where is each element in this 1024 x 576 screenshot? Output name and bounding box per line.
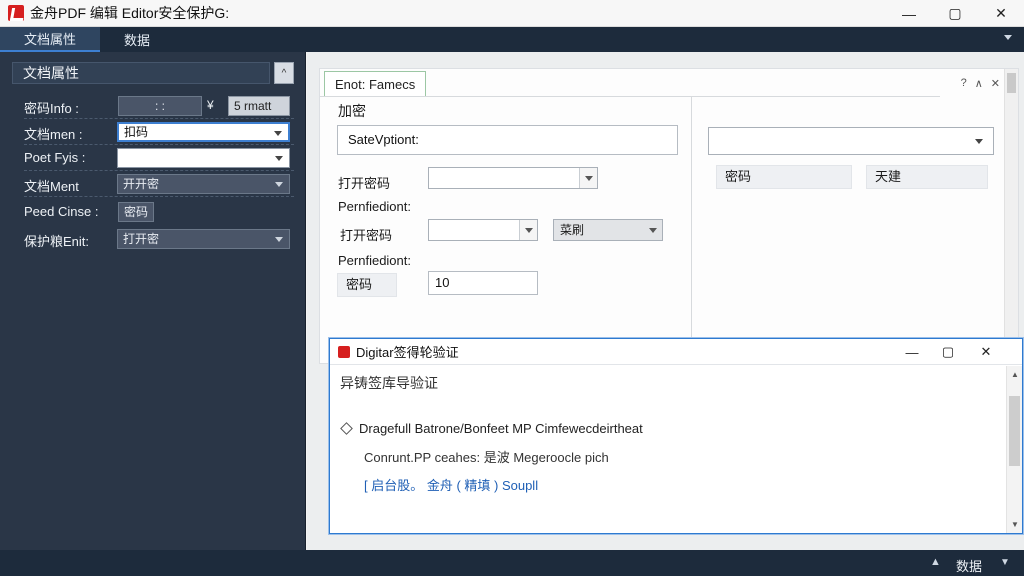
- dialog-title: Digitar签得轮验证: [356, 345, 459, 360]
- tab-document-properties[interactable]: 文档属性: [0, 27, 101, 52]
- open-password-select[interactable]: [428, 167, 598, 189]
- arrow-up-icon[interactable]: ▲: [930, 556, 941, 568]
- right-action-field[interactable]: 天建: [866, 165, 988, 189]
- chevron-down-icon: [275, 237, 283, 242]
- chevron-down-icon: [275, 156, 283, 161]
- right-password-field[interactable]: 密码: [716, 165, 852, 189]
- property-row: 保护粮Enit: 打开密: [0, 227, 306, 251]
- chevron-down-icon: [644, 220, 662, 240]
- dialog-scrollbar[interactable]: ▲ ▼: [1006, 366, 1022, 533]
- open-password-label-2: 打开密码: [340, 228, 393, 243]
- property-select[interactable]: 开开密: [117, 174, 290, 194]
- password-button[interactable]: 密码: [337, 273, 397, 297]
- signature-entry-text: Dragefull Batrone/Bonfeet MP Cimfewecdei…: [359, 421, 643, 436]
- encryption-section-title: 加密: [338, 103, 366, 119]
- divider: [24, 144, 294, 145]
- property-value-field[interactable]: : :: [118, 96, 202, 116]
- chevron-down-icon: [275, 182, 283, 187]
- signature-entry[interactable]: Dragefull Batrone/Bonfeet MP Cimfewecdei…: [340, 421, 643, 436]
- property-label: 文档Ment: [24, 179, 79, 194]
- select-value: 打开密: [123, 232, 160, 246]
- close-icon[interactable]: ✕: [991, 77, 1000, 90]
- maximize-button[interactable]: ▢: [932, 0, 978, 27]
- help-icon[interactable]: ?: [961, 77, 967, 90]
- security-settings-card: Enot: Famecs ? ∧ ✕ 加密 SateVptiont: 打开密码 …: [319, 68, 1019, 364]
- signature-verify-dialog: Digitar签得轮验证 — ▢ ✕ 异铸签库导验证 Dragefull Bat…: [329, 338, 1023, 534]
- right-option-select[interactable]: [708, 127, 994, 155]
- chevron-down-icon: [274, 131, 282, 136]
- scroll-down-icon[interactable]: ▼: [1011, 520, 1019, 529]
- property-label: 保护粮Enit:: [24, 234, 90, 249]
- divider: [24, 170, 294, 171]
- main-area: Enot: Famecs ? ∧ ✕ 加密 SateVptiont: 打开密码 …: [307, 52, 1024, 550]
- card-scrollbar[interactable]: [1004, 69, 1018, 363]
- password-button[interactable]: 密码: [118, 202, 154, 222]
- save-option-field[interactable]: SateVptiont:: [337, 125, 678, 155]
- tab-data[interactable]: 数据: [100, 27, 174, 52]
- window-controls: — ▢ ✕: [886, 0, 1024, 27]
- window-title: 金舟PDF 编辑 Editor安全保护G:: [30, 5, 230, 21]
- permission-label: Pernfiediont:: [338, 199, 411, 214]
- property-row: 文档Ment 开开密: [0, 172, 306, 196]
- dialog-close-button[interactable]: ✕: [968, 339, 1004, 365]
- property-row: 文档men : 扣码: [0, 120, 306, 144]
- divider: [24, 196, 294, 197]
- divider: [24, 118, 294, 119]
- card-toolbar: ? ∧ ✕: [961, 77, 1000, 90]
- signature-detail: Conrunt.PP ceahes: 是波 Megeroocle pich: [364, 450, 609, 465]
- divider: [320, 96, 940, 97]
- title-bar: 金舟PDF 编辑 Editor安全保护G: — ▢ ✕: [0, 0, 1024, 27]
- property-label: 文档men :: [24, 127, 83, 142]
- currency-label: ¥: [207, 98, 214, 112]
- app-logo-icon: [338, 345, 350, 358]
- open-password-select-2[interactable]: [428, 219, 538, 241]
- dialog-minimize-button[interactable]: —: [894, 339, 930, 365]
- status-bar: ▲ 数据 ▼: [0, 550, 1024, 576]
- scrollbar-thumb[interactable]: [1009, 396, 1020, 466]
- chevron-down-icon: [975, 139, 983, 144]
- collapse-button[interactable]: ^: [274, 62, 294, 84]
- status-text[interactable]: 数据: [956, 556, 982, 575]
- scroll-up-icon[interactable]: ▲: [1011, 370, 1019, 379]
- permission-select[interactable]: 菜刷: [553, 219, 663, 241]
- select-value: 菜刷: [560, 223, 585, 237]
- property-select-focused[interactable]: 扣码: [117, 122, 290, 142]
- chevron-down-icon[interactable]: ▼: [1000, 557, 1010, 568]
- property-label: Peed Cinse :: [24, 204, 99, 219]
- property-select[interactable]: [117, 148, 290, 168]
- minimize-button[interactable]: —: [886, 0, 932, 27]
- property-row: Peed Cinse : 密码: [0, 200, 306, 224]
- select-value: 扣码: [124, 125, 149, 139]
- property-row: Poet Fyis :: [0, 146, 306, 170]
- close-button[interactable]: ✕: [978, 0, 1024, 27]
- open-password-label: 打开密码: [338, 176, 391, 191]
- chevron-down-icon: [579, 168, 597, 188]
- diamond-icon: [340, 422, 353, 435]
- select-value: 开开密: [123, 177, 160, 191]
- dialog-maximize-button[interactable]: ▢: [930, 339, 966, 365]
- collapse-icon[interactable]: ∧: [975, 77, 983, 90]
- property-label: 密码Info :: [24, 101, 79, 116]
- properties-panel: 文档属性 ^ 密码Info : : : ¥ 5 rmatt 文档men : 扣码…: [0, 52, 306, 550]
- format-field[interactable]: 5 rmatt: [228, 96, 290, 116]
- scrollbar-thumb[interactable]: [1007, 73, 1016, 93]
- password-length-input[interactable]: 10: [428, 271, 538, 295]
- property-select[interactable]: 打开密: [117, 229, 290, 249]
- tab-bar: 文档属性 数据: [0, 27, 1024, 52]
- divider: [691, 97, 692, 363]
- app-logo-icon: [8, 5, 24, 21]
- properties-header: 文档属性: [12, 62, 270, 84]
- property-label: Poet Fyis :: [24, 150, 86, 165]
- chevron-down-icon: [519, 220, 537, 240]
- dialog-title-bar: Digitar签得轮验证 — ▢ ✕: [330, 339, 1022, 365]
- dialog-subtitle: 异铸签库导验证: [340, 375, 438, 391]
- tab-enot-famecs[interactable]: Enot: Famecs: [324, 71, 427, 97]
- signature-link[interactable]: [ 启台股。 金舟 ( 精填 ) Soupll: [364, 475, 538, 494]
- property-row: 密码Info : : : ¥ 5 rmatt: [0, 94, 306, 118]
- tab-menu-caret-icon[interactable]: [1004, 35, 1012, 40]
- permission-label-2: Pernfiediont:: [338, 253, 411, 268]
